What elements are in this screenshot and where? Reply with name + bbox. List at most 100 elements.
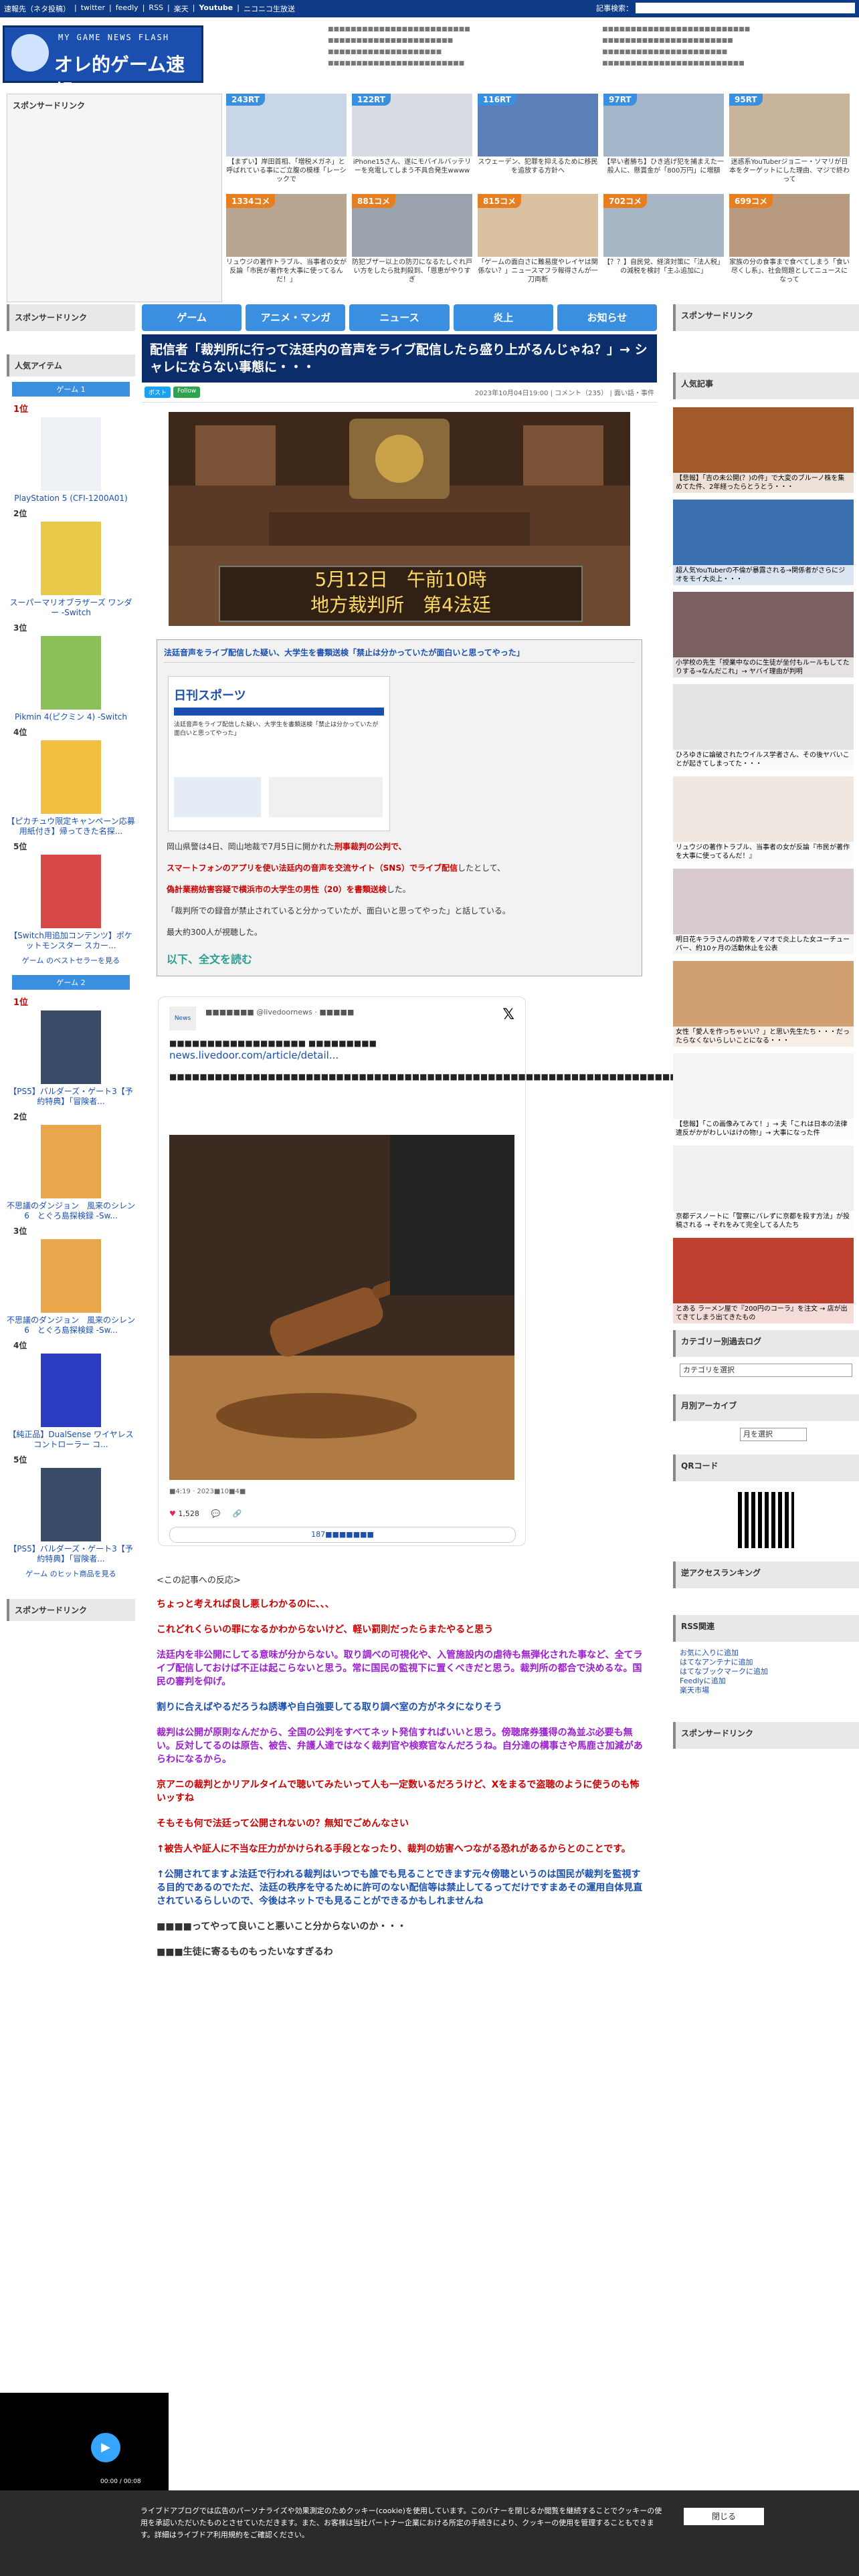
product-image[interactable] <box>41 417 101 491</box>
popular-article-card[interactable]: 明日花キララさんの詐欺をノマオで炎上した女ユーチューバー、約10ヶ月の活動休止を… <box>673 869 854 954</box>
popular-article-title[interactable]: 女性「愛人を作っちゃいい？」と思い先生たち・・・だったらなくないらしいことになる… <box>673 1027 854 1047</box>
popular-article-title[interactable]: リュウジの著作トラブル、当事者の女が反論『市民が著作を大事に使ってるんだ！』 <box>673 842 854 862</box>
rt-article-caption[interactable]: 迷惑系YouTuberジョニー・ソマリが日本をターゲットにした理由、マジで終わっ… <box>729 158 850 184</box>
tweet-time[interactable]: ■4:19 · 2023■10■4■ <box>169 1488 246 1495</box>
rt-article-card[interactable]: 881コメ 防犯ブザー以上の防刃になるたしぐれ戸い方をしたら批判殺到、「恩恵がやり… <box>352 194 472 288</box>
read-more-link[interactable]: 以下、全文を読む <box>167 950 632 966</box>
popular-article-card[interactable]: 【悲報】「吉の未公開(？)の件」で大変のブルーノ株を集めてた件、2年経ったらとう… <box>673 407 854 493</box>
popular-article-title[interactable]: 京都デスノートに「警察にバレずに京都を殺す方法」が投稿される → それをみて完全… <box>673 1211 854 1231</box>
rt-article-card[interactable]: 95RT 迷惑系YouTuberジョニー・ソマリが日本をターゲットにした理由、マジ… <box>729 94 850 187</box>
nav-anime-manga[interactable]: アニメ・マンガ <box>246 304 346 331</box>
like-button[interactable]: ♥ 1,528 <box>169 1509 199 1518</box>
reply-icon[interactable]: 💬 <box>211 1509 221 1518</box>
product-image[interactable] <box>41 740 101 814</box>
popular-article-title[interactable]: 超人気YouTuberの不倫が暴露される→関係者がさらにジオをモイ大炎上・・・ <box>673 565 854 585</box>
ranked-product[interactable]: PlayStation 5 (CFI-1200A01) <box>7 417 135 504</box>
game2-more-link[interactable]: ゲーム のヒット商品を見る <box>25 1570 116 1578</box>
rss-link-hatena-bookmark[interactable]: はてなブックマークに追加 <box>673 1667 859 1677</box>
rt-article-caption[interactable]: 【早い者勝ち】ひき逃げ犯を捕まえた一般人に、懸賞金が「800万円」に増額 <box>603 158 724 175</box>
header-news-item[interactable]: ■■■■■■■■■■■■■■■■■■■■■■■ <box>602 35 750 47</box>
copy-link-icon[interactable]: 🔗 <box>233 1509 242 1518</box>
rt-article-card[interactable]: 116RT スウェーデン、犯罪を抑えるために移民を追放する方針へ <box>478 94 598 187</box>
month-select[interactable]: 月を選択 <box>740 1428 807 1441</box>
tweet-share-button[interactable]: ポスト <box>145 387 171 398</box>
top-link-twitter[interactable]: twitter <box>81 3 105 14</box>
product-image[interactable] <box>41 855 101 928</box>
popular-article-title[interactable]: 明日花キララさんの詐欺をノマオで炎上した女ユーチューバー、約10ヶ月の活動休止を… <box>673 934 854 954</box>
nav-enjou[interactable]: 炎上 <box>453 304 553 331</box>
top-link-submit[interactable]: 速報先（ネタ投稿） <box>4 3 70 14</box>
popular-article-title[interactable]: ひろゆきに論破されたウイルス学者さん、その後ヤバいことが起きてしまってた・・・ <box>673 750 854 770</box>
ranked-product[interactable]: 【PS5】バルダーズ・ゲート3【予約特典】「冒険者... <box>7 1468 135 1564</box>
cookie-close-button[interactable]: 閉じる <box>684 2508 764 2525</box>
product-image[interactable] <box>41 522 101 595</box>
nav-notice[interactable]: お知らせ <box>557 304 658 331</box>
rss-link-feedly[interactable]: Feedlyに追加 <box>673 1677 859 1686</box>
popular-article-card[interactable]: 京都デスノートに「警察にバレずに京都を殺す方法」が投稿される → それをみて完全… <box>673 1146 854 1231</box>
top-link-niconico[interactable]: ニコニコ生放送 <box>244 3 295 14</box>
popular-article-title[interactable]: 【悲報】「吉の未公開(？)の件」で大変のブルーノ株を集めてた件、2年経ったらとう… <box>673 473 854 493</box>
product-name[interactable]: 【Switch用追加コンテンツ】ポケットモンスター スカー... <box>7 931 135 951</box>
search-input[interactable] <box>636 3 855 13</box>
rss-link-rakuten[interactable]: 楽天市場 <box>673 1686 859 1695</box>
nav-news[interactable]: ニュース <box>349 304 450 331</box>
tweet-link[interactable]: news.livedoor.com/article/detail... <box>169 1049 517 1061</box>
rt-article-card[interactable]: 1334コメ リュウジの著作トラブル、当事者の女が反論「市民が著作を大事に使ってる… <box>226 194 347 288</box>
popular-article-card[interactable]: とある ラーメン屋で『200円のコーラ』を注文 → 店が出てきてしまう出てきたも… <box>673 1238 854 1323</box>
rt-article-caption[interactable]: 【まずい】岸田首相、「増税メガネ」と呼ばれている事にご立腹の模様「レーシックで <box>226 158 347 184</box>
rt-article-caption[interactable]: 防犯ブザー以上の防刃になるたしぐれ戸い方をしたら批判殺到、「恩恵がやりすぎ <box>352 258 472 284</box>
popular-article-title[interactable]: 小学校の先生「授業中なのに生徒が坐付もルールもしてたりする→なんだこれ」→ ヤバ… <box>673 657 854 677</box>
play-icon[interactable]: ▶ <box>91 2433 120 2462</box>
article-comments[interactable]: コメント（235） <box>555 390 607 397</box>
tweet-user[interactable]: ■■■■■■■ @livedoornews · ■■■■■ <box>205 1008 354 1016</box>
header-news-item[interactable]: ■■■■■■■■■■■■■■■■■■■■■■ <box>602 47 750 58</box>
nav-game[interactable]: ゲーム <box>142 304 242 331</box>
product-name[interactable]: 不思議のダンジョン 風来のシレン6 とぐろ島探検録 -Sw... <box>7 1315 135 1335</box>
tweet-gavel-photo[interactable] <box>169 1135 514 1480</box>
header-news-item[interactable]: ■■■■■■■■■■■■■■■■■■■■■■■■ <box>328 58 470 70</box>
popular-article-card[interactable]: 超人気YouTuberの不倫が暴露される→関係者がさらにジオをモイ大炎上・・・ <box>673 500 854 585</box>
product-name[interactable]: 不思議のダンジョン 風来のシレン6 とぐろ島探検録 -Sw... <box>7 1201 135 1221</box>
tab-game-1[interactable]: ゲーム 1 <box>12 382 130 397</box>
product-image[interactable] <box>41 1010 101 1084</box>
popular-article-title[interactable]: 【悲報】「この画像みてみて！」→ 夫「これは日本の法律違反がかがわしいはけの物!… <box>673 1119 854 1139</box>
rss-link-favorite[interactable]: お気に入りに追加 <box>673 1648 859 1658</box>
rt-article-card[interactable]: 815コメ 「ゲームの面白さに難易度やレイヤは関係ない？」ニュースマフラ報得さんが… <box>478 194 598 288</box>
ranked-product[interactable]: 不思議のダンジョン 風来のシレン6 とぐろ島探検録 -Sw... <box>7 1125 135 1221</box>
game1-more-link[interactable]: ゲーム のベストセラーを見る <box>22 956 120 965</box>
product-image[interactable] <box>41 1125 101 1198</box>
header-news-item[interactable]: ■■■■■■■■■■■■■■■■■■■■■■ <box>328 35 470 47</box>
popular-article-card[interactable]: 小学校の先生「授業中なのに生徒が坐付もルールもしてたりする→なんだこれ」→ ヤバ… <box>673 592 854 677</box>
product-name[interactable]: Pikmin 4(ピクミン 4) -Switch <box>7 712 135 722</box>
top-link-rakuten[interactable]: 楽天 <box>174 3 189 14</box>
ranked-product[interactable]: 【Switch用追加コンテンツ】ポケットモンスター スカー... <box>7 855 135 951</box>
product-name[interactable]: 【PS5】バルダーズ・ゲート3【予約特典】「冒険者... <box>7 1544 135 1564</box>
top-link-feedly[interactable]: feedly <box>116 3 138 14</box>
rt-article-card[interactable]: 702コメ 【？？】自民党、経済対策に「法人税」の減税を検討「主ふ追加に」 <box>603 194 724 288</box>
product-name[interactable]: 【ピカチュウ限定キャンペーン応募用紙付き】帰ってきた名探... <box>7 817 135 837</box>
rt-article-card[interactable]: 122RT iPhone15さん、遂にモバイルバッテリーを充電してしまう不具合発生… <box>352 94 472 187</box>
header-news-item[interactable]: ■■■■■■■■■■■■■■■■■■■■ <box>328 47 470 58</box>
product-image[interactable] <box>41 1239 101 1313</box>
category-select[interactable]: カテゴリを選択 <box>680 1364 852 1377</box>
popular-article-card[interactable]: 女性「愛人を作っちゃいい？」と思い先生たち・・・だったらなくないらしいことになる… <box>673 961 854 1047</box>
popular-article-card[interactable]: ひろゆきに論破されたウイルス学者さん、その後ヤバいことが起きてしまってた・・・ <box>673 684 854 770</box>
rt-article-caption[interactable]: 家族の分の食事まで食べてしまう「食い尽くし系」、社会問題としてニュースになって <box>729 258 850 284</box>
popular-article-card[interactable]: リュウジの著作トラブル、当事者の女が反論『市民が著作を大事に使ってるんだ！』 <box>673 776 854 862</box>
header-news-item[interactable]: ■■■■■■■■■■■■■■■■■■■■■■■■■ <box>328 24 470 35</box>
read-replies-button[interactable]: 187■■■■■■■ <box>169 1527 516 1543</box>
ranked-product[interactable]: Pikmin 4(ピクミン 4) -Switch <box>7 636 135 722</box>
product-image[interactable] <box>41 1468 101 1541</box>
x-logo-icon[interactable]: 𝕏 <box>502 1006 514 1023</box>
follow-button[interactable]: Follow <box>173 387 201 398</box>
header-news-item[interactable]: ■■■■■■■■■■■■■■■■■■■■■■■■■ <box>602 58 750 70</box>
top-link-youtube[interactable]: Youtube <box>199 3 233 14</box>
rt-article-caption[interactable]: リュウジの著作トラブル、当事者の女が反論「市民が著作を大事に使ってるんだ！」 <box>226 258 347 284</box>
product-image[interactable] <box>41 636 101 710</box>
product-image[interactable] <box>41 1354 101 1427</box>
rt-article-caption[interactable]: 【？？】自民党、経済対策に「法人税」の減税を検討「主ふ追加に」 <box>603 258 724 276</box>
product-name[interactable]: 【PS5】バルダーズ・ゲート3【予約特典】「冒険者... <box>7 1087 135 1107</box>
top-link-rss[interactable]: RSS <box>149 3 163 14</box>
tweet-avatar[interactable]: News <box>169 1006 196 1031</box>
header-news-item[interactable]: ■■■■■■■■■■■■■■■■■■■■■■■■■■ <box>602 24 750 35</box>
